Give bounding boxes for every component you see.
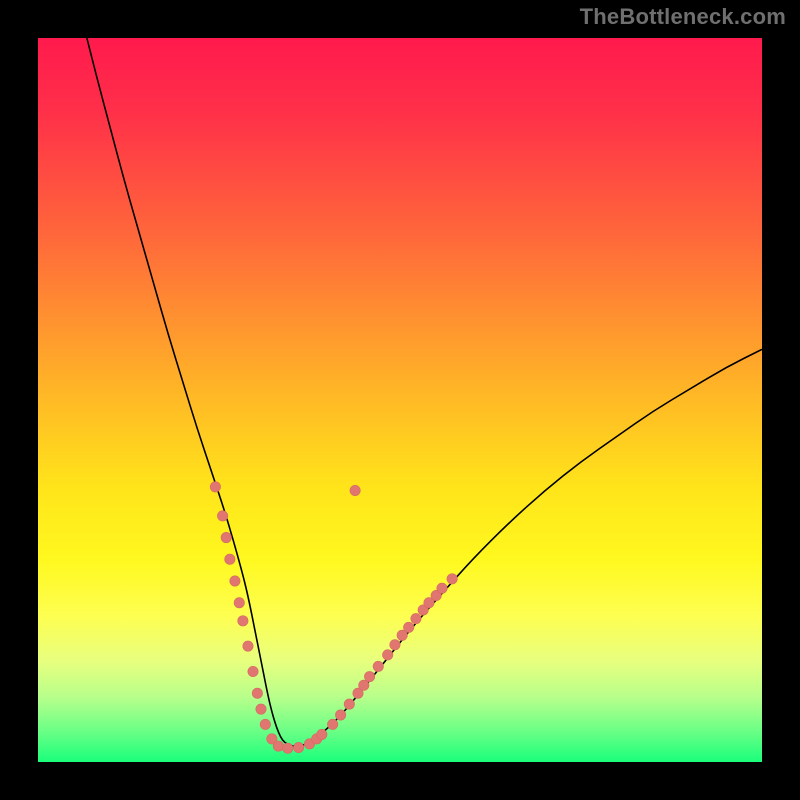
curve-marker bbox=[252, 688, 262, 698]
curve-marker bbox=[210, 482, 220, 492]
curve-marker bbox=[273, 741, 283, 751]
curve-marker bbox=[403, 622, 413, 632]
curve-marker bbox=[382, 650, 392, 660]
curve-marker bbox=[283, 743, 293, 753]
curve-marker bbox=[248, 666, 258, 676]
chart-frame: TheBottleneck.com bbox=[0, 0, 800, 800]
curve-marker bbox=[225, 554, 235, 564]
curve-marker bbox=[327, 719, 337, 729]
curve-marker bbox=[238, 616, 248, 626]
curve-marker bbox=[411, 613, 421, 623]
curve-marker bbox=[317, 729, 327, 739]
curve-marker bbox=[293, 742, 303, 752]
curve-marker bbox=[230, 576, 240, 586]
curve-marker bbox=[350, 485, 360, 495]
curve-marker bbox=[344, 699, 354, 709]
watermark-text: TheBottleneck.com bbox=[580, 4, 786, 30]
plot-svg bbox=[38, 38, 762, 762]
curve-marker bbox=[217, 511, 227, 521]
curve-marker bbox=[437, 583, 447, 593]
curve-marker bbox=[373, 661, 383, 671]
curve-marker bbox=[447, 574, 457, 584]
heat-gradient-background bbox=[38, 38, 762, 762]
curve-marker bbox=[390, 640, 400, 650]
plot-area bbox=[38, 38, 762, 762]
curve-marker bbox=[364, 671, 374, 681]
curve-marker bbox=[260, 719, 270, 729]
curve-marker bbox=[256, 704, 266, 714]
curve-marker bbox=[234, 598, 244, 608]
curve-marker bbox=[221, 532, 231, 542]
curve-marker bbox=[335, 710, 345, 720]
curve-marker bbox=[243, 641, 253, 651]
